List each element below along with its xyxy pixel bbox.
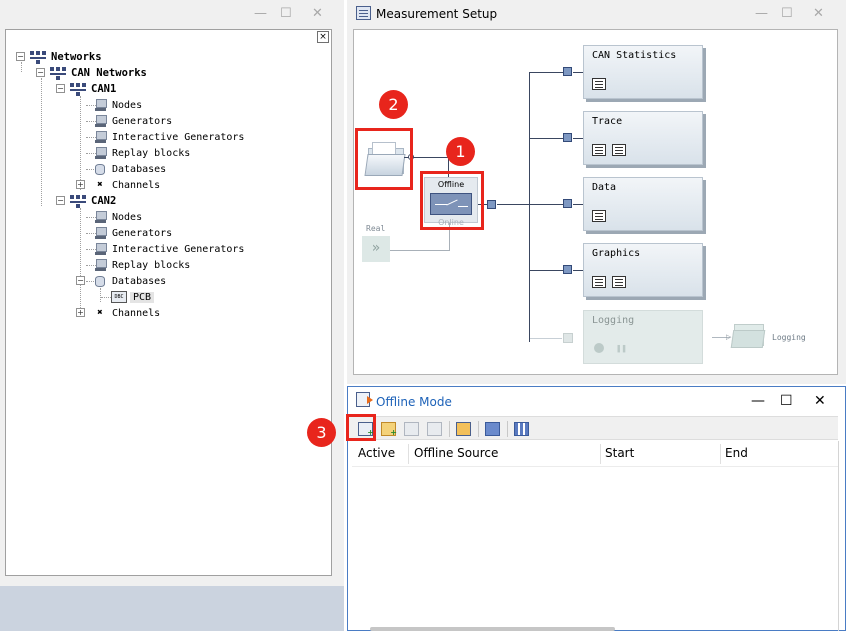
list-icon: [612, 144, 626, 156]
network-icon: [30, 50, 46, 64]
generator-icon: [95, 227, 107, 239]
tree-item-replay-blocks[interactable]: Replay blocks: [95, 257, 190, 273]
step-badge-2: 2: [379, 90, 408, 119]
remove-source-icon[interactable]: [404, 422, 419, 436]
list-icon: [612, 276, 626, 288]
highlight-box-3: [346, 414, 376, 441]
data-connector[interactable]: [563, 199, 572, 208]
channels-icon: ✖: [97, 180, 103, 190]
add-folder-icon[interactable]: +: [381, 422, 397, 437]
tree-item-generators[interactable]: Generators: [95, 225, 172, 241]
open-folder-icon[interactable]: [485, 422, 500, 436]
minimize-button[interactable]: —: [755, 6, 768, 21]
offline-mode-title: Offline Mode: [376, 395, 452, 409]
close-button[interactable]: ✕: [813, 6, 824, 21]
network-icon: [50, 66, 66, 80]
database-icon: [95, 275, 105, 287]
column-header-active[interactable]: Active: [358, 446, 395, 460]
node-icon: [95, 99, 107, 111]
tree-item-replay-blocks[interactable]: Replay blocks: [95, 145, 190, 161]
remove-all-icon[interactable]: [427, 422, 442, 436]
tree-item-generators[interactable]: Generators: [95, 113, 172, 129]
properties-icon[interactable]: [456, 422, 471, 436]
tree-item-channels[interactable]: ✖ Channels: [95, 177, 160, 193]
logging-block[interactable]: Logging ❚❚: [583, 310, 703, 364]
network-tree[interactable]: × − Networks − CAN Networks − CAN1 Nodes…: [5, 29, 332, 576]
offline-mode-icon: [356, 392, 373, 407]
tree-item-nodes[interactable]: Nodes: [95, 97, 142, 113]
close-button[interactable]: ✕: [312, 6, 323, 21]
real-label: Real: [366, 224, 386, 233]
step-badge-1: 1: [446, 137, 475, 166]
pause-icon: ❚❚: [616, 344, 627, 354]
arrow-icon: ▷: [726, 333, 732, 341]
node-icon: [95, 211, 107, 223]
graphics-window-icon: [592, 276, 606, 288]
interactive-generator-icon: [95, 131, 107, 143]
can-statistics-connector[interactable]: [563, 67, 572, 76]
tree-item-can2[interactable]: CAN2: [70, 193, 116, 209]
tree-close-button[interactable]: ×: [317, 31, 329, 43]
column-header-end[interactable]: End: [725, 446, 748, 460]
logging-file-icon[interactable]: [730, 318, 766, 348]
statistics-icon: [592, 78, 606, 90]
column-header-start[interactable]: Start: [605, 446, 634, 460]
maximize-button[interactable]: ☐: [780, 393, 793, 409]
tree-item-databases[interactable]: Databases: [95, 273, 166, 289]
channels-icon: ✖: [97, 308, 103, 318]
measurement-setup-icon: [356, 6, 371, 20]
horizontal-scrollbar[interactable]: [370, 627, 615, 631]
tree-item-channels[interactable]: ✖ Channels: [95, 305, 160, 321]
trace-connector[interactable]: [563, 133, 572, 142]
record-icon: [594, 343, 604, 353]
data-window-icon: [592, 210, 606, 222]
tree-item-nodes[interactable]: Nodes: [95, 209, 142, 225]
tree-item-interactive-generators[interactable]: Interactive Generators: [95, 129, 244, 145]
tree-item-databases[interactable]: Databases: [95, 161, 166, 177]
data-block[interactable]: Data: [583, 177, 703, 231]
output-connector[interactable]: [487, 200, 496, 209]
trace-window-icon: [592, 144, 606, 156]
tree-item-pcb[interactable]: DBC PCB: [111, 289, 155, 305]
highlight-box-1: [420, 171, 484, 230]
minimize-button[interactable]: —: [751, 393, 765, 409]
tree-item-networks[interactable]: Networks: [30, 49, 102, 65]
interactive-generator-icon: [95, 243, 107, 255]
close-button[interactable]: ✕: [814, 393, 826, 409]
can-statistics-block[interactable]: CAN Statistics: [583, 45, 703, 99]
database-icon: [95, 163, 105, 175]
replay-block-icon: [95, 147, 107, 159]
generator-icon: [95, 115, 107, 127]
minimize-button[interactable]: —: [254, 6, 267, 21]
network-icon: [70, 194, 86, 208]
column-header-offline-source[interactable]: Offline Source: [414, 446, 498, 460]
columns-icon[interactable]: [514, 422, 529, 436]
trace-block[interactable]: Trace: [583, 111, 703, 165]
tree-item-can1[interactable]: CAN1: [70, 81, 116, 97]
tree-item-interactive-generators[interactable]: Interactive Generators: [95, 241, 244, 257]
panel-background: [0, 586, 344, 631]
network-icon: [70, 82, 86, 96]
replay-block-icon: [95, 259, 107, 271]
measurement-setup-title: Measurement Setup: [376, 7, 498, 21]
highlight-box-2: [355, 128, 413, 190]
graphics-block[interactable]: Graphics: [583, 243, 703, 297]
step-badge-3: 3: [307, 418, 336, 447]
real-source-icon[interactable]: »: [362, 236, 390, 262]
logging-file-label: Logging: [772, 333, 806, 342]
maximize-button[interactable]: ☐: [280, 6, 292, 21]
graphics-connector[interactable]: [563, 265, 572, 274]
dbc-file-icon: DBC: [111, 291, 127, 303]
offline-mode-toolbar: + +: [348, 416, 838, 440]
maximize-button[interactable]: ☐: [781, 6, 793, 21]
logging-connector[interactable]: [563, 333, 573, 343]
tree-item-can-networks[interactable]: CAN Networks: [50, 65, 147, 81]
